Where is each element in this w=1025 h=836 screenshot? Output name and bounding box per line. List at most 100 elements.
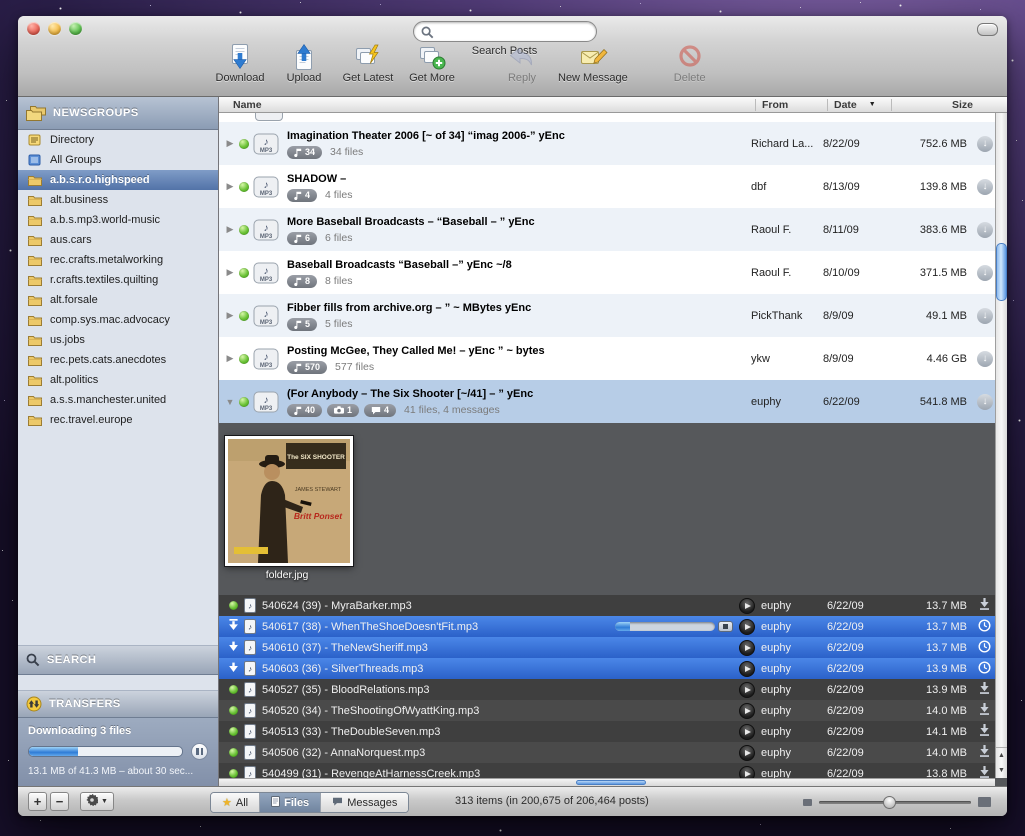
download-post-button[interactable]: ↓ — [977, 351, 993, 367]
sidebar-item-alt-politics[interactable]: alt.politics — [18, 370, 218, 390]
sidebar-item-a-b-s-mp3-world-music[interactable]: a.b.s.mp3.world-music — [18, 210, 218, 230]
sidebar-item-rec-pets-cats-anecdotes[interactable]: rec.pets.cats.anecdotes — [18, 350, 218, 370]
expand-triangle-icon[interactable]: ▶ — [223, 267, 237, 278]
pause-downloads-button[interactable] — [191, 743, 208, 760]
transfers-section-header[interactable]: TRANSFERS — [18, 690, 218, 718]
sidebar-item-a-b-s-r-o-highspeed[interactable]: a.b.s.r.o.highspeed — [18, 170, 218, 190]
expand-triangle-icon[interactable]: ▶ — [223, 224, 237, 235]
download-post-button[interactable]: ↓ — [977, 222, 993, 238]
play-button[interactable] — [739, 640, 755, 656]
column-header-size[interactable]: Size — [891, 99, 977, 111]
sidebar-item-rec-crafts-metalworking[interactable]: rec.crafts.metalworking — [18, 250, 218, 270]
expand-triangle-icon[interactable]: ▶ — [223, 310, 237, 321]
file-row[interactable]: ♪ 540506 (32) - AnnaNorquest.mp3 euphy 6… — [219, 742, 1007, 763]
download-post-button[interactable]: ↓ — [977, 136, 993, 152]
pending-clock-icon — [978, 619, 991, 635]
toolbar: Download Upload Get Latest Get More Repl… — [18, 40, 1007, 97]
filter-segment-messages[interactable]: Messages — [320, 793, 408, 812]
slider-track[interactable] — [819, 801, 971, 804]
expand-triangle-icon[interactable]: ▶ — [223, 138, 237, 149]
horizontal-scrollbar[interactable] — [219, 778, 995, 786]
stop-download-button[interactable] — [718, 621, 733, 632]
download-file-button[interactable] — [979, 703, 990, 718]
sidebar-item-aus-cars[interactable]: aus.cars — [18, 230, 218, 250]
file-row[interactable]: ♪ 540527 (35) - BloodRelations.mp3 euphy… — [219, 679, 1007, 700]
download-post-button[interactable]: ↓ — [977, 265, 993, 281]
get-latest-button[interactable]: Get Latest — [336, 40, 400, 84]
scroll-down-arrow-button[interactable]: ▼ — [996, 763, 1007, 778]
newsgroups-section-header[interactable]: NEWSGROUPS — [18, 97, 218, 130]
unread-indicator-dot — [239, 182, 249, 192]
search-section-header[interactable]: SEARCH — [18, 645, 218, 675]
expand-triangle-icon[interactable]: ▶ — [223, 181, 237, 192]
toolbar-toggle-button[interactable] — [977, 23, 998, 36]
slider-knob[interactable] — [883, 796, 896, 809]
sidebar-item-comp-sys-mac-advocacy[interactable]: comp.sys.mac.advocacy — [18, 310, 218, 330]
play-button[interactable] — [739, 766, 755, 779]
post-row[interactable]: ▶ ♪MP3 Baseball Broadcasts “Baseball –” … — [219, 251, 1007, 294]
new-message-button[interactable]: New Message — [554, 40, 632, 84]
remove-group-button[interactable]: − — [50, 792, 69, 811]
filter-segment-files[interactable]: Files — [259, 793, 320, 812]
sidebar-item-a-s-s-manchester-united[interactable]: a.s.s.manchester.united — [18, 390, 218, 410]
sidebar-item-directory[interactable]: Directory — [18, 130, 218, 150]
file-row[interactable]: ♪ 540513 (33) - TheDoubleSeven.mp3 euphy… — [219, 721, 1007, 742]
post-row[interactable]: ▶ ♪MP3 More Baseball Broadcasts – “Baseb… — [219, 208, 1007, 251]
sidebar-item-alt-forsale[interactable]: alt.forsale — [18, 290, 218, 310]
post-row[interactable]: ▶ ♪MP3 Fibber fills from archive.org – ”… — [219, 294, 1007, 337]
file-row[interactable]: ♪ 540520 (34) - TheShootingOfWyattKing.m… — [219, 700, 1007, 721]
play-button[interactable] — [739, 682, 755, 698]
post-row[interactable]: ▶ ♪MP3 Posting McGee, They Called Me! – … — [219, 337, 1007, 380]
window-chrome: news.panic.com Download Upload Get Lates… — [18, 16, 1007, 97]
post-row[interactable]: ▼ ♪MP3 (For Anybody – The Six Shooter [~… — [219, 380, 1007, 423]
file-row[interactable]: ♪ 540603 (36) - SilverThreads.mp3 euphy … — [219, 658, 1007, 679]
add-group-button[interactable]: + — [28, 792, 47, 811]
download-post-button[interactable]: ↓ — [977, 179, 993, 195]
post-row[interactable]: ▶ ♪MP3 Imagination Theater 2006 [~ of 34… — [219, 122, 1007, 165]
collapse-triangle-icon[interactable]: ▼ — [223, 397, 237, 407]
reply-button[interactable]: Reply — [490, 40, 554, 84]
action-menu-button[interactable]: ▼ — [80, 792, 114, 811]
scroll-up-arrow-button[interactable]: ▲ — [996, 748, 1007, 763]
download-file-button[interactable] — [979, 598, 990, 613]
attachment-preview-area: The SIX SHOOTER JAMES STEWART Britt Pons… — [219, 423, 1007, 595]
download-file-button[interactable] — [979, 766, 990, 778]
expand-triangle-icon[interactable]: ▶ — [223, 353, 237, 364]
search-posts-field[interactable] — [413, 21, 597, 42]
vertical-scrollbar-thumb[interactable] — [996, 243, 1007, 301]
download-button[interactable]: Download — [208, 40, 272, 84]
column-header-from[interactable]: From — [755, 99, 827, 111]
file-row[interactable]: ♪ 540499 (31) - RevengeAtHarnessCreek.mp… — [219, 763, 1007, 778]
sidebar-item-alt-business[interactable]: alt.business — [18, 190, 218, 210]
post-row[interactable]: ▶ ♪MP3 SHADOW – 44 files dbf 8/13/09 139… — [219, 165, 1007, 208]
play-button[interactable] — [739, 703, 755, 719]
sidebar-item-r-crafts-textiles-quilting[interactable]: r.crafts.textiles.quilting — [18, 270, 218, 290]
column-header-date[interactable]: Date▼ — [827, 99, 891, 111]
download-post-button[interactable]: ↓ — [977, 308, 993, 324]
horizontal-scrollbar-thumb[interactable] — [576, 780, 646, 785]
sidebar-item-all-groups[interactable]: All Groups — [18, 150, 218, 170]
vertical-scrollbar[interactable]: ▲ ▼ — [995, 113, 1007, 778]
file-row[interactable]: ♪ 540610 (37) - TheNewSheriff.mp3 euphy … — [219, 637, 1007, 658]
folder-jpg-thumbnail[interactable]: The SIX SHOOTER JAMES STEWART Britt Pons… — [225, 436, 353, 566]
file-row[interactable]: ♪ 540617 (38) - WhenTheShoeDoesn'tFit.mp… — [219, 616, 1007, 637]
play-button[interactable] — [739, 724, 755, 740]
delete-button[interactable]: Delete — [658, 40, 722, 84]
upload-button[interactable]: Upload — [272, 40, 336, 84]
download-file-button[interactable] — [979, 724, 990, 739]
download-file-button[interactable] — [979, 682, 990, 697]
download-post-button[interactable]: ↓ — [977, 394, 993, 410]
download-file-button[interactable] — [979, 745, 990, 760]
search-posts-input[interactable] — [438, 23, 592, 42]
filter-segment-all[interactable]: ★All — [211, 793, 259, 812]
play-button[interactable] — [739, 598, 755, 614]
column-header-name[interactable]: Name — [219, 99, 755, 111]
post-date: 8/22/09 — [823, 138, 887, 150]
play-button[interactable] — [739, 619, 755, 635]
play-button[interactable] — [739, 745, 755, 761]
file-row[interactable]: ♪ 540624 (39) - MyraBarker.mp3 euphy 6/2… — [219, 595, 1007, 616]
play-button[interactable] — [739, 661, 755, 677]
sidebar-item-us-jobs[interactable]: us.jobs — [18, 330, 218, 350]
sidebar-item-rec-travel-europe[interactable]: rec.travel.europe — [18, 410, 218, 430]
get-more-button[interactable]: Get More — [400, 40, 464, 84]
